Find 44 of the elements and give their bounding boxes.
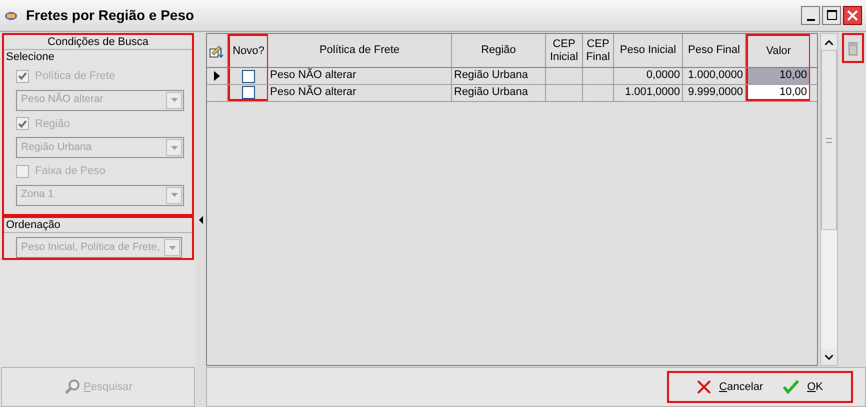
column-header[interactable]: CEP Inicial: [546, 34, 583, 67]
group-label: Selecione: [5, 50, 56, 64]
table-cell: Região Urbana: [452, 68, 546, 84]
collapse-arrow-icon[interactable]: [199, 216, 203, 224]
table-cell: Peso NÃO alterar: [268, 85, 452, 101]
column-header[interactable]: Novo?: [228, 34, 268, 67]
table-cell: 1.001,0000: [614, 85, 683, 101]
panel-title: Condições de Busca: [4, 35, 192, 50]
checkbox[interactable]: [242, 86, 255, 98]
cancel-button[interactable]: Cancelar: [697, 378, 764, 396]
scroll-down-icon[interactable]: [821, 349, 837, 365]
table-cell: Peso NÃO alterar: [268, 68, 452, 84]
vertical-scrollbar[interactable]: [820, 33, 838, 366]
column-header[interactable]: Peso Final: [683, 34, 746, 67]
app-icon: [4, 10, 18, 22]
current-row-icon: [214, 71, 220, 81]
scroll-up-icon[interactable]: [821, 34, 837, 50]
checkbox-label: Região: [35, 116, 70, 132]
checkbox-label: Faixa de Peso: [35, 164, 106, 179]
window-title: Fretes por Região e Peso: [26, 6, 194, 25]
table-cell: 10,00: [746, 68, 810, 84]
ok-button[interactable]: OK: [783, 378, 823, 396]
table-cell: Região Urbana: [452, 85, 546, 101]
minimize-button[interactable]: [801, 6, 820, 25]
close-icon: [847, 10, 858, 21]
column-header[interactable]: Peso Inicial: [614, 34, 683, 67]
table-cell: 0,0000: [614, 68, 683, 84]
dropdown-value: Peso NÃO alterar: [20, 92, 104, 108]
checkbox[interactable]: [242, 70, 255, 82]
magnifier-icon: [64, 379, 80, 395]
checkbox-label: Política de Frete: [35, 69, 116, 84]
maximize-button[interactable]: [822, 6, 841, 25]
close-button[interactable]: [843, 6, 862, 25]
column-header[interactable]: CEP Final: [583, 34, 614, 67]
trash-icon[interactable]: [842, 33, 864, 63]
cross-icon: [697, 380, 712, 394]
dropdown-value: Região Urbana: [20, 140, 93, 155]
group-label: Ordenação: [4, 218, 192, 233]
check-icon: [783, 380, 800, 394]
column-header[interactable]: Região: [452, 34, 546, 67]
dropdown-value: Peso Inicial, Política de Frete,: [20, 240, 161, 255]
dropdown-value: Zona 1: [20, 187, 55, 202]
column-header[interactable]: Política de Frete: [268, 34, 452, 67]
table-cell: 10,00: [746, 85, 810, 101]
